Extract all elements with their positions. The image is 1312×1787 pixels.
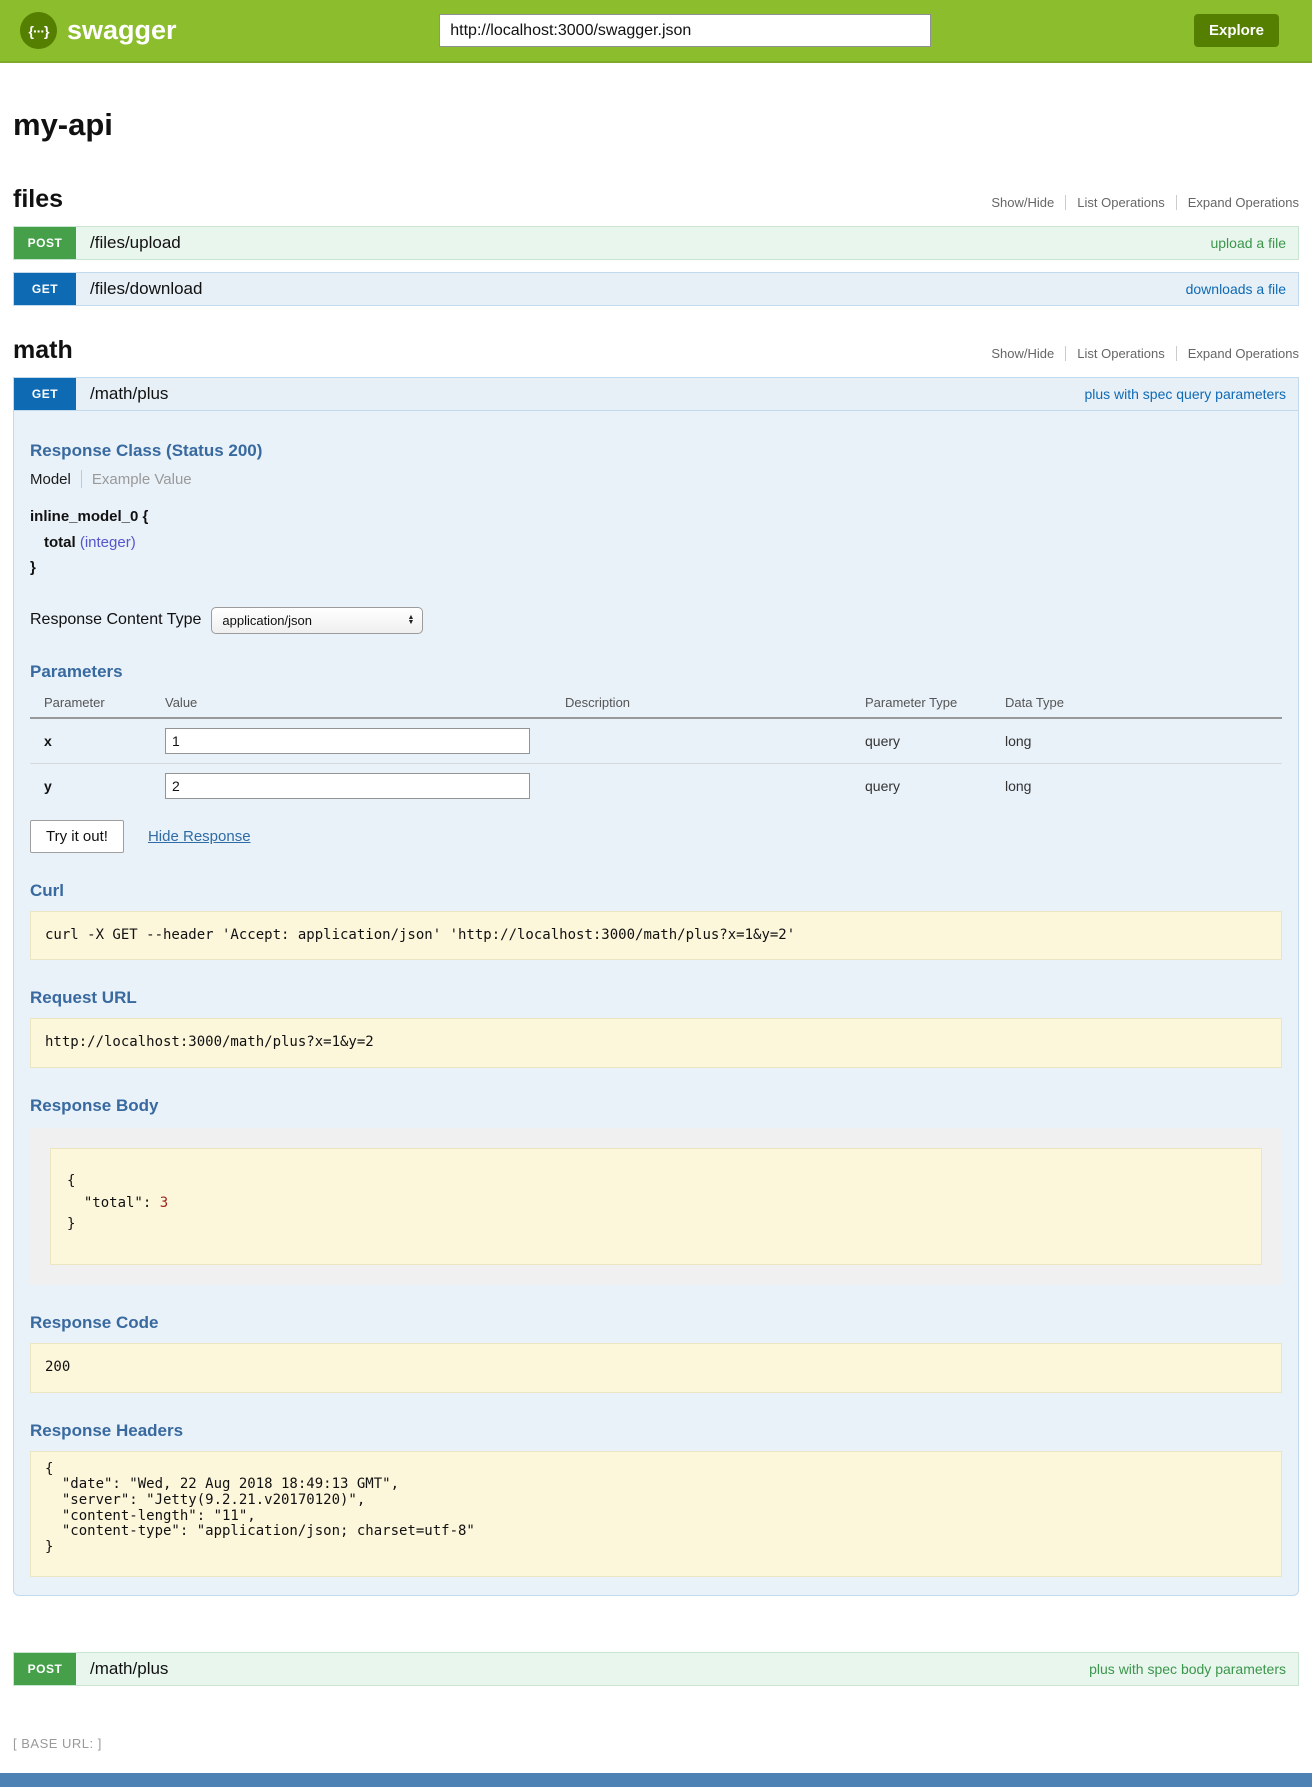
- request-url-text: http://localhost:3000/math/plus?x=1&y=2: [45, 1032, 1267, 1054]
- col-header-description: Description: [565, 688, 865, 718]
- operation-path-link[interactable]: /math/plus: [90, 1659, 168, 1679]
- parameter-name: y: [30, 763, 165, 808]
- operation-summary-link[interactable]: plus with spec query parameters: [1084, 386, 1286, 402]
- operation-get-files-download: GET /files/download downloads a file: [13, 272, 1299, 306]
- response-code-title: Response Code: [30, 1313, 1282, 1333]
- operation-post-files-upload: POST /files/upload upload a file: [13, 226, 1299, 260]
- operation-summary-link[interactable]: plus with spec body parameters: [1089, 1661, 1286, 1677]
- show-hide-link[interactable]: Show/Hide: [980, 346, 1065, 361]
- swagger-logo-text: swagger: [67, 15, 177, 46]
- method-badge-post: POST: [14, 227, 76, 259]
- resource-name-files[interactable]: files: [13, 185, 63, 214]
- parameter-type: query: [865, 763, 1005, 808]
- base-url-label: [ BASE URL: ]: [13, 1736, 1299, 1751]
- tab-divider: [81, 470, 82, 488]
- response-body-box: { "total": 3 }: [50, 1148, 1262, 1265]
- parameter-y-input[interactable]: [165, 773, 530, 799]
- method-badge-get: GET: [14, 378, 76, 410]
- response-body-title: Response Body: [30, 1096, 1282, 1116]
- model-open-brace: inline_model_0 {: [30, 504, 1282, 530]
- parameter-name: x: [30, 718, 165, 764]
- response-body-total-line: "total": 3: [67, 1193, 1245, 1215]
- parameter-data-type: long: [1005, 718, 1282, 764]
- swagger-logo[interactable]: {···} swagger: [20, 12, 177, 49]
- tab-model[interactable]: Model: [30, 471, 71, 488]
- operation-get-math-plus: GET /math/plus plus with spec query para…: [13, 377, 1299, 1596]
- response-body-open-brace: {: [67, 1171, 1245, 1193]
- resource-header-math: math Show/Hide List Operations Expand Op…: [13, 336, 1299, 365]
- response-class-title: Response Class (Status 200): [30, 441, 1282, 461]
- model-tabs: Model Example Value: [30, 470, 1282, 488]
- response-headers-box: { "date": "Wed, 22 Aug 2018 18:49:13 GMT…: [30, 1451, 1282, 1577]
- col-header-data-type: Data Type: [1005, 688, 1282, 718]
- parameter-data-type: long: [1005, 763, 1282, 808]
- resource-name-math[interactable]: math: [13, 336, 73, 365]
- swagger-logo-icon: {···}: [20, 12, 57, 49]
- resource-header-files: files Show/Hide List Operations Expand O…: [13, 185, 1299, 214]
- hide-response-link[interactable]: Hide Response: [148, 828, 251, 845]
- response-content-type-select-wrap: application/json ▲▼: [211, 607, 423, 634]
- response-content-type-row: Response Content Type application/json ▲…: [30, 607, 1282, 634]
- parameter-x-input[interactable]: [165, 728, 530, 754]
- operation-heading[interactable]: GET /files/download downloads a file: [13, 272, 1299, 306]
- resource-controls-math: Show/Hide List Operations Expand Operati…: [980, 346, 1299, 361]
- response-content-type-label: Response Content Type: [30, 611, 201, 629]
- parameter-row-y: y query long: [30, 763, 1282, 808]
- col-header-parameter-type: Parameter Type: [865, 688, 1005, 718]
- request-url-title: Request URL: [30, 988, 1282, 1008]
- response-body-close-brace: }: [67, 1214, 1245, 1236]
- operation-summary-link[interactable]: upload a file: [1210, 235, 1286, 251]
- response-body-container: { "total": 3 }: [30, 1128, 1282, 1285]
- response-headers-title: Response Headers: [30, 1421, 1282, 1441]
- col-header-parameter: Parameter: [30, 688, 165, 718]
- curl-command-text: curl -X GET --header 'Accept: applicatio…: [45, 925, 1267, 947]
- operation-summary-link[interactable]: downloads a file: [1186, 281, 1286, 297]
- request-url-box: http://localhost:3000/math/plus?x=1&y=2: [30, 1018, 1282, 1068]
- parameters-title: Parameters: [30, 662, 1282, 682]
- list-operations-link[interactable]: List Operations: [1065, 346, 1175, 361]
- operation-post-math-plus: POST /math/plus plus with spec body para…: [13, 1652, 1299, 1686]
- list-operations-link[interactable]: List Operations: [1065, 195, 1175, 210]
- model-property-name: total: [44, 534, 76, 551]
- spec-url-input[interactable]: [439, 14, 931, 47]
- model-property-type: (integer): [80, 534, 136, 551]
- response-code-box: 200: [30, 1343, 1282, 1393]
- top-bar: {···} swagger Explore: [0, 0, 1312, 63]
- operation-path-link[interactable]: /math/plus: [90, 384, 168, 404]
- parameters-header-row: Parameter Value Description Parameter Ty…: [30, 688, 1282, 718]
- parameter-row-x: x query long: [30, 718, 1282, 764]
- response-body-total-value: 3: [160, 1195, 168, 1211]
- model-signature: inline_model_0 { total (integer) }: [30, 504, 1282, 581]
- curl-command-box: curl -X GET --header 'Accept: applicatio…: [30, 911, 1282, 961]
- parameter-type: query: [865, 718, 1005, 764]
- operation-detail-panel: Response Class (Status 200) Model Exampl…: [13, 411, 1299, 1596]
- response-content-type-select[interactable]: application/json: [211, 607, 423, 634]
- submit-row: Try it out! Hide Response: [30, 820, 1282, 853]
- response-code-value: 200: [45, 1357, 1267, 1379]
- tab-example-value[interactable]: Example Value: [92, 471, 192, 488]
- page-title: my-api: [13, 107, 1299, 143]
- operation-heading[interactable]: POST /math/plus plus with spec body para…: [13, 1652, 1299, 1686]
- parameter-description: [565, 718, 865, 764]
- col-header-value: Value: [165, 688, 565, 718]
- operation-path-link[interactable]: /files/download: [90, 279, 202, 299]
- bottom-bar: [0, 1773, 1312, 1787]
- method-badge-post: POST: [14, 1653, 76, 1685]
- try-it-out-button[interactable]: Try it out!: [30, 820, 124, 853]
- operation-heading[interactable]: POST /files/upload upload a file: [13, 226, 1299, 260]
- operation-heading[interactable]: GET /math/plus plus with spec query para…: [13, 377, 1299, 411]
- resource-controls-files: Show/Hide List Operations Expand Operati…: [980, 195, 1299, 210]
- parameters-table: Parameter Value Description Parameter Ty…: [30, 688, 1282, 808]
- parameter-description: [565, 763, 865, 808]
- swagger-ui-wrap: my-api files Show/Hide List Operations E…: [0, 107, 1312, 1751]
- model-close-brace: }: [30, 555, 1282, 581]
- show-hide-link[interactable]: Show/Hide: [980, 195, 1065, 210]
- explore-button[interactable]: Explore: [1194, 14, 1279, 47]
- expand-operations-link[interactable]: Expand Operations: [1176, 346, 1299, 361]
- model-property: total (integer): [30, 530, 1282, 556]
- method-badge-get: GET: [14, 273, 76, 305]
- expand-operations-link[interactable]: Expand Operations: [1176, 195, 1299, 210]
- operation-path-link[interactable]: /files/upload: [90, 233, 181, 253]
- curl-title: Curl: [30, 881, 1282, 901]
